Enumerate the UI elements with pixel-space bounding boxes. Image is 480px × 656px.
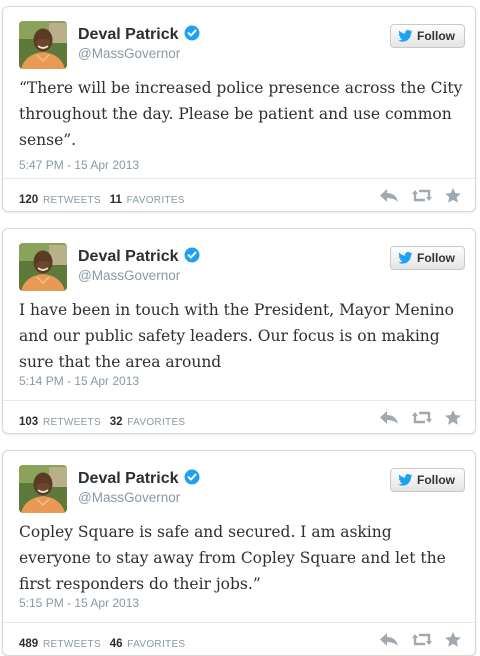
verified-badge-icon <box>184 247 200 263</box>
retweet-count[interactable]: 489 <box>19 638 38 650</box>
avatar[interactable] <box>19 465 67 513</box>
favorite-label[interactable]: Favorites <box>127 195 185 206</box>
favorite-star-icon[interactable] <box>445 410 461 425</box>
favorite-count[interactable]: 46 <box>110 638 123 650</box>
twitter-bird-icon <box>398 30 413 42</box>
tweet-text: “There will be increased police presence… <box>19 79 463 149</box>
favorite-star-icon[interactable] <box>445 188 461 203</box>
divider <box>3 178 475 179</box>
tweet-actions <box>379 632 461 647</box>
tweet-timestamp[interactable]: 5:15 PM - 15 Apr 2013 <box>19 596 139 610</box>
tweet-actions <box>379 410 461 425</box>
verified-badge-icon <box>184 25 200 41</box>
author-handle[interactable]: @MassGovernor <box>78 268 180 283</box>
follow-label: Follow <box>417 473 455 487</box>
author-name[interactable]: Deval Patrick <box>78 469 200 488</box>
divider <box>3 400 475 401</box>
author-handle[interactable]: @MassGovernor <box>78 46 180 61</box>
tweet-card: Deval Patrick @MassGovernor Follow “Ther… <box>2 6 476 212</box>
retweet-icon[interactable] <box>412 632 432 647</box>
favorite-count[interactable]: 11 <box>110 194 122 206</box>
retweet-label[interactable]: Retweets <box>43 195 101 206</box>
retweet-label[interactable]: Retweets <box>43 639 101 650</box>
tweet-feed: Deval Patrick @MassGovernor Follow “Ther… <box>0 0 480 656</box>
retweet-icon[interactable] <box>412 410 432 425</box>
tweet-stats: 103 Retweets 32 Favorites <box>19 416 191 428</box>
favorite-count[interactable]: 32 <box>110 416 123 428</box>
tweet-text: Copley Square is safe and secured. I am … <box>19 523 446 593</box>
twitter-bird-icon <box>398 474 413 486</box>
tweet-timestamp[interactable]: 5:14 PM - 15 Apr 2013 <box>19 374 139 388</box>
retweet-count[interactable]: 120 <box>19 194 38 206</box>
follow-label: Follow <box>417 29 455 43</box>
tweet-timestamp[interactable]: 5:47 PM - 15 Apr 2013 <box>19 158 139 172</box>
avatar[interactable] <box>19 243 67 291</box>
follow-button[interactable]: Follow <box>390 24 465 48</box>
follow-button[interactable]: Follow <box>390 468 465 492</box>
reply-icon[interactable] <box>379 188 399 203</box>
reply-icon[interactable] <box>379 410 399 425</box>
favorite-label[interactable]: Favorites <box>127 639 185 650</box>
tweet-stats: 489 Retweets 46 Favorites <box>19 638 191 650</box>
tweet-actions <box>379 188 461 203</box>
reply-icon[interactable] <box>379 632 399 647</box>
verified-badge-icon <box>184 469 200 485</box>
tweet-text: I have been in touch with the President,… <box>19 301 454 371</box>
favorite-star-icon[interactable] <box>445 632 461 647</box>
favorite-label[interactable]: Favorites <box>127 417 185 428</box>
retweet-icon[interactable] <box>412 188 432 203</box>
tweet-card: Deval Patrick @MassGovernor Follow Cople… <box>2 450 476 656</box>
retweet-label[interactable]: Retweets <box>43 417 101 428</box>
author-handle[interactable]: @MassGovernor <box>78 490 180 505</box>
author-name[interactable]: Deval Patrick <box>78 25 200 44</box>
divider <box>3 622 475 623</box>
follow-label: Follow <box>417 251 455 265</box>
retweet-count[interactable]: 103 <box>19 416 38 428</box>
tweet-card: Deval Patrick @MassGovernor Follow I hav… <box>2 228 476 434</box>
avatar[interactable] <box>19 21 67 69</box>
twitter-bird-icon <box>398 252 413 264</box>
author-name[interactable]: Deval Patrick <box>78 247 200 266</box>
tweet-stats: 120 Retweets 11 Favorites <box>19 194 191 206</box>
follow-button[interactable]: Follow <box>390 246 465 270</box>
